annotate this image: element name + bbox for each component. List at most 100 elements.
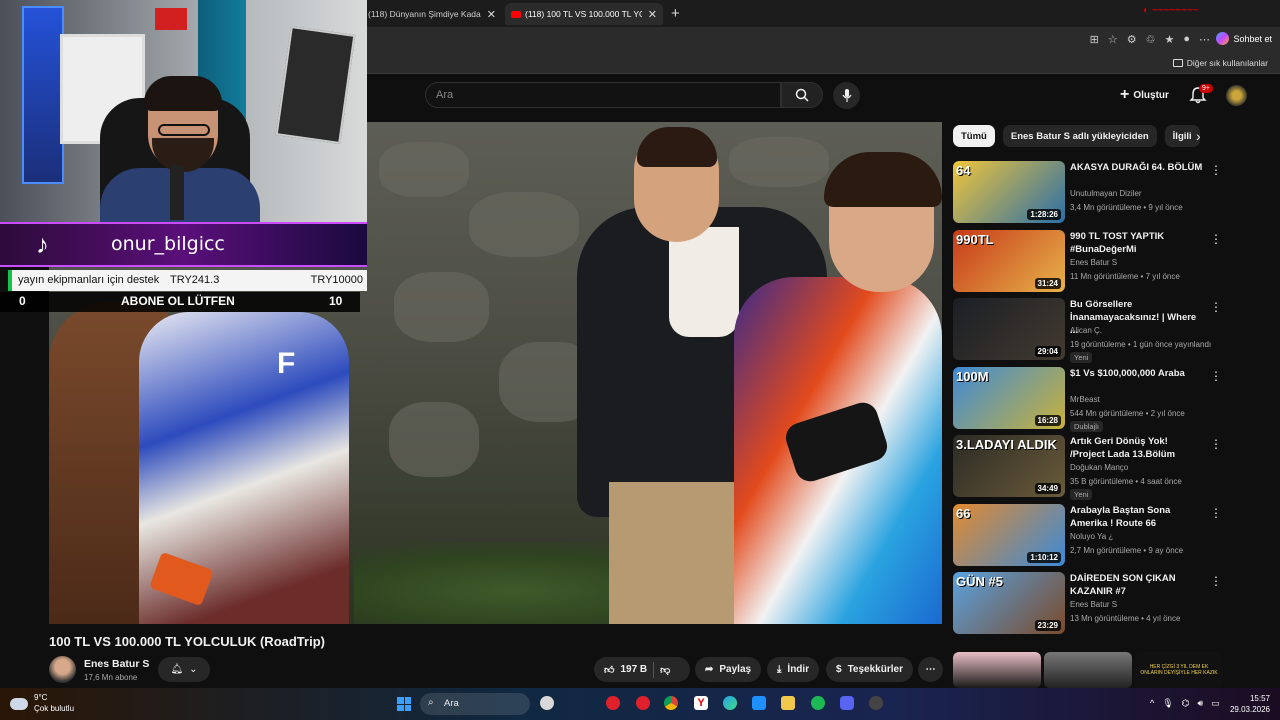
app-icon[interactable] bbox=[869, 696, 883, 710]
short-thumbnail[interactable] bbox=[953, 652, 1041, 688]
subscribed-notification-button[interactable]: 🔔︎ ⌄ bbox=[158, 657, 210, 682]
channel-name[interactable]: Enes Batur S bbox=[84, 658, 149, 670]
recommendation-title[interactable]: AKASYA DURAĞI 64. BÖLÜM bbox=[1070, 161, 1205, 174]
chip-related[interactable]: İlgili bbox=[1164, 125, 1200, 147]
recommendation-title[interactable]: Arabayla Baştan Sona Amerika ! Route 66 bbox=[1070, 504, 1205, 530]
weather-temp: 9°C bbox=[34, 693, 48, 702]
more-vertical-icon[interactable]: ⋮ bbox=[1210, 163, 1222, 177]
more-actions-button[interactable]: ⋯ bbox=[918, 657, 943, 682]
chevron-down-icon: ⌄ bbox=[189, 664, 198, 675]
download-button[interactable]: ⤓ İndir bbox=[767, 657, 820, 682]
video-thumbnail[interactable]: 990TL 31:24 bbox=[953, 229, 1065, 292]
recommendation-channel[interactable]: Doğukan Manço bbox=[1070, 463, 1128, 472]
account-avatar[interactable] bbox=[1226, 85, 1247, 106]
microphone-tray-icon[interactable]: 🎙︎ bbox=[1162, 698, 1173, 709]
split-view-icon[interactable]: ⊞ bbox=[1090, 33, 1099, 46]
favorite-star-icon[interactable]: ☆ bbox=[1108, 33, 1118, 46]
recommendation-item[interactable]: 990TL 31:24 990 TL TOST YAPTIK #BunaDeğe… bbox=[953, 229, 1223, 292]
recommendation-item[interactable]: 66 1:10:12 Arabayla Baştan Sona Amerika … bbox=[953, 503, 1223, 566]
store-icon[interactable] bbox=[752, 696, 766, 710]
channel-avatar[interactable] bbox=[49, 656, 76, 683]
spotify-icon[interactable] bbox=[811, 696, 825, 710]
tab-close-icon[interactable]: ✕ bbox=[487, 8, 496, 21]
thanks-button[interactable]: $ Teşekkürler bbox=[826, 657, 913, 682]
short-thumbnail[interactable]: HER ÇİZGİ 3 YIL DEM EK ONLARIN DEYİŞİYLE… bbox=[1135, 652, 1223, 688]
create-button[interactable]: + Oluştur bbox=[1112, 84, 1177, 106]
donation-goal-bar: yayın ekipmanları için destek TRY241.3 T… bbox=[8, 270, 367, 291]
video-thumbnail[interactable]: GÜN #5 23:29 bbox=[953, 572, 1065, 634]
chevron-up-icon[interactable]: ^ bbox=[1150, 698, 1154, 709]
wall-stone bbox=[389, 402, 479, 477]
video-thumbnail[interactable]: 3.LADAYI ALDIK 34:49 bbox=[953, 435, 1065, 497]
video-thumbnail[interactable]: 64 1:28:26 bbox=[953, 161, 1065, 223]
discord-icon[interactable] bbox=[840, 696, 854, 710]
system-clock[interactable]: 15:57 29.03.2026 bbox=[1230, 693, 1270, 715]
more-icon[interactable]: ⋯ bbox=[1199, 33, 1210, 46]
more-vertical-icon[interactable]: ⋮ bbox=[1210, 437, 1222, 451]
share-button[interactable]: ➦ Paylaş bbox=[695, 657, 762, 682]
browser-tab-1[interactable]: (118) Dünyanın Şimdiye Kadar İnşa ✕ bbox=[362, 3, 502, 25]
profile-icon[interactable]: ● bbox=[1183, 33, 1190, 46]
more-vertical-icon[interactable]: ⋮ bbox=[1210, 232, 1222, 246]
opera-gx-icon[interactable] bbox=[636, 696, 650, 710]
other-favorites[interactable]: Diğer sık kullanılanlar bbox=[1172, 58, 1268, 68]
weather-widget[interactable]: 9°C Çok bulutlu bbox=[8, 692, 74, 714]
like-count: 197 B bbox=[620, 664, 648, 675]
recommendation-channel[interactable]: Unutulmayan Diziler bbox=[1070, 189, 1142, 198]
copilot-button[interactable]: Sohbet et bbox=[1216, 32, 1272, 45]
recommendation-channel[interactable]: Enes Batur S bbox=[1070, 600, 1117, 609]
video-thumbnail[interactable]: 66 1:10:12 bbox=[953, 503, 1065, 566]
recommendation-item[interactable]: 100M 16:28 $1 Vs $100,000,000 Araba MrBe… bbox=[953, 366, 1223, 432]
video-thumbnail[interactable]: 29:04 bbox=[953, 298, 1065, 360]
chrome-icon[interactable] bbox=[664, 696, 678, 710]
like-button[interactable]: 👍︎ 197 B bbox=[604, 664, 647, 676]
app-icon[interactable] bbox=[540, 696, 554, 710]
battery-icon[interactable]: ▭ bbox=[1211, 698, 1220, 709]
thumbnail-text: GÜN #5 bbox=[956, 574, 1003, 589]
recommendation-title[interactable]: Artık Geri Dönüş Yok! /Project Lada 13.B… bbox=[1070, 435, 1205, 461]
search-button[interactable] bbox=[781, 82, 823, 108]
chevron-right-icon[interactable]: › bbox=[1196, 128, 1201, 144]
taskbar: 9°C Çok bulutlu ⌕ Ara Y ^ 🎙︎ ⌬ 🔊︎ ▭ 15:5… bbox=[0, 688, 1280, 720]
network-icon[interactable]: ⌬ bbox=[1182, 698, 1190, 709]
recommendation-channel[interactable]: MrBeast bbox=[1070, 395, 1100, 404]
chip-all[interactable]: Tümü bbox=[953, 125, 995, 147]
new-tab-icon[interactable]: + bbox=[671, 5, 680, 22]
subscribe-goal-bar: 0 ABONE OL LÜTFEN 10 bbox=[0, 292, 360, 312]
video-duration: 1:10:12 bbox=[1027, 551, 1061, 563]
file-explorer-icon[interactable] bbox=[781, 696, 795, 710]
thumbnail-text: 3.LADAYI ALDIK bbox=[956, 437, 1057, 452]
taskbar-search[interactable]: ⌕ Ara bbox=[420, 693, 530, 715]
tiktok-banner: ♪ onur_bilgicc bbox=[0, 222, 367, 267]
short-thumbnail[interactable] bbox=[1044, 652, 1132, 688]
recommendation-item[interactable]: 29:04 Bu Görsellere İnanamayacaksınız! |… bbox=[953, 298, 1223, 363]
browser-tab-2[interactable]: (118) 100 TL VS 100.000 TL YOLCULUK ✕ bbox=[505, 3, 663, 25]
start-button-icon[interactable] bbox=[397, 697, 411, 711]
recommendation-item[interactable]: 3.LADAYI ALDIK 34:49 Artık Geri Dönüş Yo… bbox=[953, 435, 1223, 500]
volume-icon[interactable]: 🔊︎ bbox=[1198, 698, 1204, 709]
recommendation-channel[interactable]: Noluyo Ya ¿ bbox=[1070, 532, 1113, 541]
search-input[interactable]: Ara bbox=[425, 82, 781, 108]
recommendation-channel[interactable]: Enes Batur S bbox=[1070, 258, 1117, 267]
recommendation-item[interactable]: 64 1:28:26 AKASYA DURAĞI 64. BÖLÜM Unutu… bbox=[953, 161, 1223, 223]
more-vertical-icon[interactable]: ⋮ bbox=[1210, 369, 1222, 383]
edge-icon[interactable] bbox=[723, 696, 737, 710]
more-vertical-icon[interactable]: ⋮ bbox=[1210, 300, 1222, 314]
video-thumbnail[interactable]: 100M 16:28 bbox=[953, 366, 1065, 429]
opera-icon[interactable] bbox=[606, 696, 620, 710]
collections-icon[interactable]: ♲ bbox=[1146, 33, 1156, 46]
more-vertical-icon[interactable]: ⋮ bbox=[1210, 574, 1222, 588]
yandex-icon[interactable]: Y bbox=[694, 696, 708, 710]
favorites-icon[interactable]: ★ bbox=[1164, 33, 1174, 46]
recommendation-title[interactable]: 990 TL TOST YAPTIK #BunaDeğerMi bbox=[1070, 230, 1205, 256]
thumbs-down-icon[interactable]: 👎︎ bbox=[660, 664, 670, 676]
more-vertical-icon[interactable]: ⋮ bbox=[1210, 506, 1222, 520]
tab-close-icon[interactable]: ✕ bbox=[648, 8, 657, 21]
recommendation-item[interactable]: GÜN #5 23:29 DAİREDEN SON ÇIKAN KAZANIR … bbox=[953, 572, 1223, 634]
chip-from-uploader[interactable]: Enes Batur S adlı yükleyiciden bbox=[1002, 125, 1157, 147]
recommendation-title[interactable]: $1 Vs $100,000,000 Araba bbox=[1070, 367, 1205, 380]
voice-search-button[interactable] bbox=[833, 82, 860, 109]
recommendation-title[interactable]: DAİREDEN SON ÇIKAN KAZANIR #7 bbox=[1070, 572, 1205, 598]
extensions-icon[interactable]: ⚙ bbox=[1127, 33, 1137, 46]
recommendation-channel[interactable]: Alican Ç. bbox=[1070, 326, 1102, 335]
